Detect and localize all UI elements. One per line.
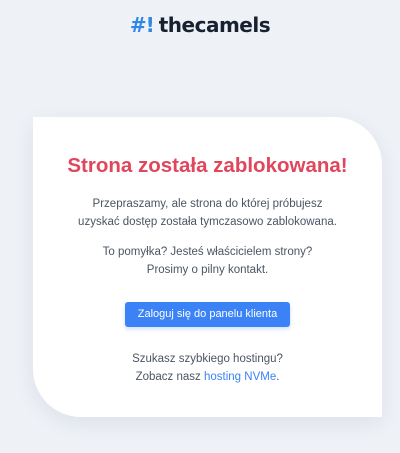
hosting-prefix: Zobacz nasz <box>135 371 204 383</box>
logo-text: thecamels <box>158 13 271 37</box>
hosting-suffix: . <box>276 371 280 383</box>
owner-line-2: Prosimy o pilny kontakt. <box>146 264 269 276</box>
owner-text: To pomyłka? Jesteś właścicielem strony? … <box>33 243 382 279</box>
hosting-line-1: Szukasz szybkiego hostingu? <box>132 353 283 365</box>
blocked-card: Strona została zablokowana! Przepraszamy… <box>33 117 382 417</box>
client-panel-login-button[interactable]: Zaloguj się do panelu klienta <box>124 302 291 327</box>
page-title: Strona została zablokowana! <box>67 154 348 177</box>
hosting-nvme-link[interactable]: hosting NVMe <box>204 371 276 383</box>
brand-logo[interactable]: #! thecamels <box>0 13 400 37</box>
page: #! thecamels Strona została zablokowana!… <box>0 0 400 453</box>
logo-mark: #! <box>129 13 155 37</box>
owner-line-1: To pomyłka? Jesteś właścicielem strony? <box>102 246 313 258</box>
message-line-1: Przepraszamy, ale strona do której próbu… <box>92 198 323 210</box>
message-text: Przepraszamy, ale strona do której próbu… <box>33 195 382 231</box>
message-line-2: uzyskać dostęp została tymczasowo zablok… <box>78 216 337 228</box>
hosting-text: Szukasz szybkiego hostingu? Zobacz nasz … <box>33 350 382 386</box>
